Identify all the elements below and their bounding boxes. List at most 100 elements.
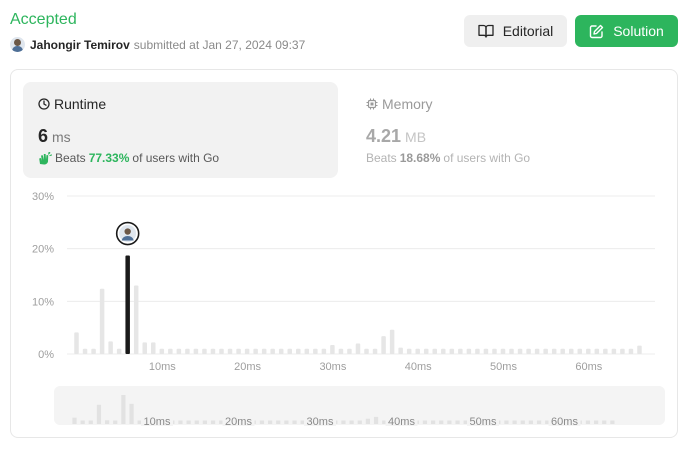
bar[interactable] [441,348,446,354]
bar[interactable] [415,348,420,354]
bar[interactable] [432,348,438,354]
bar[interactable] [270,348,275,354]
bar[interactable] [534,348,540,354]
bar[interactable] [168,348,173,354]
runtime-distribution-chart[interactable]: 30% 20% 10% 0% 10ms 20ms 30ms 40ms 50ms 60ms 10ms 2… [0,0,692,451]
bar[interactable] [116,348,122,354]
mini-bar [96,404,102,424]
bar[interactable] [253,348,258,354]
mini-x-tick-label: 50ms [470,416,497,428]
bar[interactable] [543,348,548,354]
x-tick-label: 10ms [149,361,176,373]
mini-bar [602,420,607,424]
mini-bar [610,420,615,424]
bar[interactable] [219,348,224,354]
mini-bar [504,420,509,424]
bar[interactable] [594,348,600,354]
mini-bar [455,420,460,424]
bar[interactable] [466,348,472,354]
bar[interactable] [176,348,182,354]
bar[interactable] [261,348,267,354]
bar[interactable] [398,347,403,354]
bar[interactable] [210,348,216,354]
mini-bar [202,420,207,424]
bar[interactable] [278,348,284,354]
bar[interactable] [509,348,514,354]
bar[interactable] [458,348,463,354]
mini-bar [585,420,591,424]
bar[interactable] [185,348,190,354]
mini-x-tick-label: 60ms [551,416,578,428]
bar[interactable] [577,348,583,354]
bar[interactable] [475,348,480,354]
bar[interactable] [628,348,634,354]
bar[interactable] [517,348,523,354]
bar[interactable] [287,348,293,354]
bar[interactable] [91,348,96,354]
bar[interactable] [133,285,139,354]
bar[interactable] [330,345,335,354]
bar[interactable] [364,348,369,354]
y-tick-label: 0% [38,349,54,361]
user-marker-avatar[interactable] [115,221,140,246]
bar[interactable] [236,348,241,354]
mini-bar [129,403,134,424]
bar[interactable] [227,348,233,354]
bar[interactable] [611,348,617,354]
mini-bar [121,395,126,424]
mini-bar [341,420,346,424]
mini-bar [80,420,85,424]
bar[interactable] [355,343,361,354]
x-tick-label: 40ms [405,361,432,373]
bar[interactable] [202,348,207,354]
bar[interactable] [483,348,489,354]
mini-bar [439,420,444,424]
bar[interactable] [321,348,327,354]
mini-bar [447,420,452,424]
bar[interactable] [108,341,113,354]
mini-bar [431,420,436,424]
mini-x-tick-label: 30ms [307,416,334,428]
x-tick-label: 50ms [490,361,517,373]
bar[interactable] [449,348,455,354]
mini-bar [373,416,379,424]
bar[interactable] [159,348,165,354]
y-tick-label: 30% [32,191,54,203]
bar[interactable] [304,348,310,354]
bar[interactable] [74,332,79,354]
y-tick-label: 20% [32,244,54,256]
bar[interactable] [423,348,429,354]
mini-bar [210,420,216,424]
bar[interactable] [372,348,378,354]
bar[interactable] [500,348,506,354]
bar[interactable] [381,336,386,354]
bar[interactable] [313,348,318,354]
mini-bar [536,420,542,424]
bar[interactable] [603,348,608,354]
bar[interactable] [492,348,497,354]
highlighted-bar[interactable] [125,255,130,354]
bar[interactable] [620,348,625,354]
bar[interactable] [99,288,105,354]
bar[interactable] [406,348,412,354]
bar[interactable] [142,342,147,354]
bar[interactable] [568,348,574,354]
mini-bar [520,420,525,424]
mini-bar [113,420,118,424]
bar[interactable] [389,329,395,354]
bar[interactable] [296,348,301,354]
bar[interactable] [560,348,565,354]
bar[interactable] [551,348,557,354]
bar[interactable] [586,348,591,354]
bar[interactable] [347,348,352,354]
bar[interactable] [82,348,88,354]
bar[interactable] [151,342,156,354]
bar[interactable] [338,348,344,354]
bar[interactable] [637,345,642,354]
marker-head [124,228,131,235]
mini-x-tick-label: 40ms [388,416,415,428]
mini-bar [292,420,297,424]
bar[interactable] [244,348,250,354]
bar[interactable] [526,348,531,354]
bar[interactable] [193,348,199,354]
